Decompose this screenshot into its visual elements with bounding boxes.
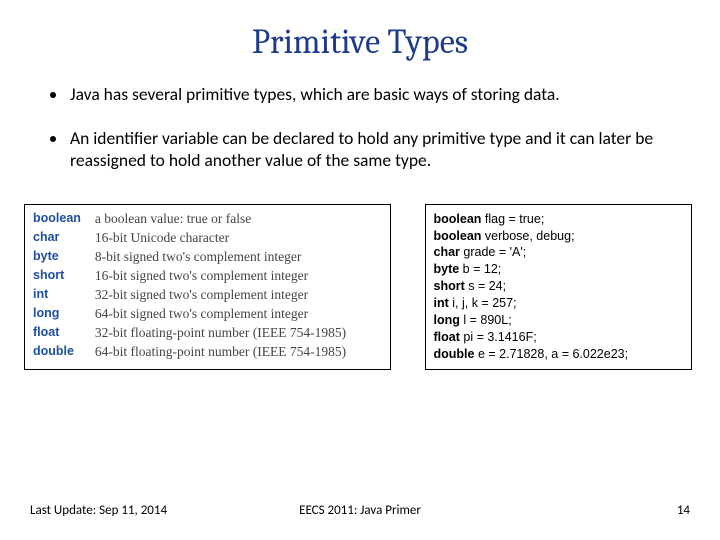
footer-page-number: 14 <box>677 503 690 518</box>
type-keyword: float <box>33 325 81 344</box>
slide-title: Primitive Types <box>0 22 720 62</box>
code-line: boolean verbose, debug; <box>434 228 682 245</box>
type-description: 8-bit signed two's complement integer <box>95 249 380 268</box>
code-line: long l = 890L; <box>434 312 682 329</box>
code-line: byte b = 12; <box>434 261 682 278</box>
bullet-dot-icon <box>50 92 56 98</box>
bullet-item: Java has several primitive types, which … <box>50 84 678 106</box>
code-line: double e = 2.71828, a = 6.022e23; <box>434 346 682 363</box>
bullet-text: Java has several primitive types, which … <box>70 84 678 106</box>
bullet-dot-icon <box>50 136 56 142</box>
footer-course: EECS 2011: Java Primer <box>299 503 421 518</box>
type-description: a boolean value: true or false <box>95 211 380 230</box>
content-boxes: boolean a boolean value: true or false c… <box>0 194 720 370</box>
type-description: 32-bit floating-point number (IEEE 754-1… <box>95 325 380 344</box>
type-description: 32-bit signed two's complement integer <box>95 287 380 306</box>
code-sample: boolean flag = true; boolean verbose, de… <box>425 204 693 370</box>
slide: Primitive Types Java has several primiti… <box>0 0 720 540</box>
type-description: 64-bit floating-point number (IEEE 754-1… <box>95 344 380 363</box>
type-keyword: int <box>33 287 81 306</box>
type-keyword: boolean <box>33 211 81 230</box>
type-description: 16-bit Unicode character <box>95 230 380 249</box>
types-table: boolean a boolean value: true or false c… <box>24 204 391 370</box>
code-line: boolean flag = true; <box>434 211 682 228</box>
type-keyword: long <box>33 306 81 325</box>
footer-last-update: Last Update: Sep 11, 2014 <box>30 503 167 518</box>
type-keyword: short <box>33 268 81 287</box>
type-keyword: byte <box>33 249 81 268</box>
type-keyword: char <box>33 230 81 249</box>
type-keyword: double <box>33 344 81 363</box>
code-line: float pi = 3.1416F; <box>434 329 682 346</box>
code-line: int i, j, k = 257; <box>434 295 682 312</box>
type-description: 64-bit signed two's complement integer <box>95 306 380 325</box>
code-line: short s = 24; <box>434 278 682 295</box>
code-line: char grade = 'A'; <box>434 244 682 261</box>
type-description: 16-bit signed two's complement integer <box>95 268 380 287</box>
bullet-list: Java has several primitive types, which … <box>0 84 720 172</box>
bullet-item: An identifier variable can be declared t… <box>50 128 678 172</box>
bullet-text: An identifier variable can be declared t… <box>70 128 678 172</box>
slide-footer: Last Update: Sep 11, 2014 EECS 2011: Jav… <box>0 503 720 518</box>
